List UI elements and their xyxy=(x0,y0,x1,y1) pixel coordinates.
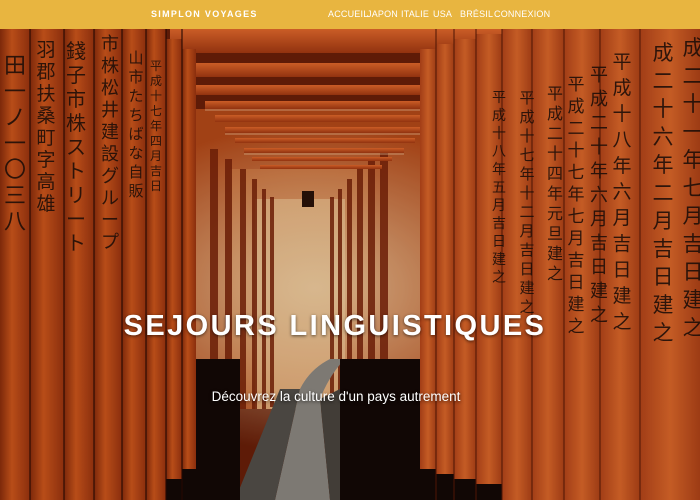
pillar-inscription: 山市たちばな自販 xyxy=(128,49,144,200)
top-navbar: SIMPLON VOYAGES ACCUEIL JAPON ITALIE USA… xyxy=(0,0,700,29)
pillar-inscription: 市株松井建設グループ xyxy=(101,34,119,253)
nav-japon[interactable]: JAPON xyxy=(367,9,398,19)
nav-usa[interactable]: USA xyxy=(433,9,452,19)
pillar-inscription: 成二十一年七月吉日建之 xyxy=(682,36,700,340)
pillar-inscription: 平成二十四年元旦建之 xyxy=(546,84,563,283)
hero-subtitle: Découvrez la culture d'un pays autrement xyxy=(211,388,461,404)
nav-connexion[interactable]: CONNEXION xyxy=(494,9,550,19)
pillar-inscription: 錢子市株ストリート xyxy=(66,39,86,255)
pillar-inscription: 平成十八年六月吉日建之 xyxy=(612,51,632,333)
pillar-inscription: 平成十七年四月吉日 xyxy=(149,59,162,193)
pillar-inscription: 平成二十年六月吉日建之 xyxy=(590,65,608,326)
nav-accueil[interactable]: ACCUEIL xyxy=(328,9,368,19)
pillar-inscription: 平成十八年五月吉日建之 xyxy=(492,90,506,286)
pillar-inscription: 平成二十七年七月吉日建之 xyxy=(567,75,585,337)
nav-bresil[interactable]: BRÉSIL xyxy=(460,9,493,19)
hero-banner: 田一ノ一〇三八 羽郡扶桑町字高雄 錢子市株ストリート 市株松井建設グループ 山市… xyxy=(0,29,700,500)
nav-italie[interactable]: ITALIE xyxy=(401,9,429,19)
main-nav: ACCUEIL JAPON ITALIE USA BRÉSIL CONNEXIO… xyxy=(0,9,700,23)
hero-title: SEJOURS LINGUISTIQUES xyxy=(123,310,547,343)
pillar-inscription: 平成十七年十二月吉日建之 xyxy=(519,89,535,316)
pillar-inscription: 田一ノ一〇三八 xyxy=(3,54,26,235)
pillar-inscription: 羽郡扶桑町字高雄 xyxy=(36,39,56,215)
pillar-inscription: 成二十六年二月吉日建之 xyxy=(652,41,674,345)
